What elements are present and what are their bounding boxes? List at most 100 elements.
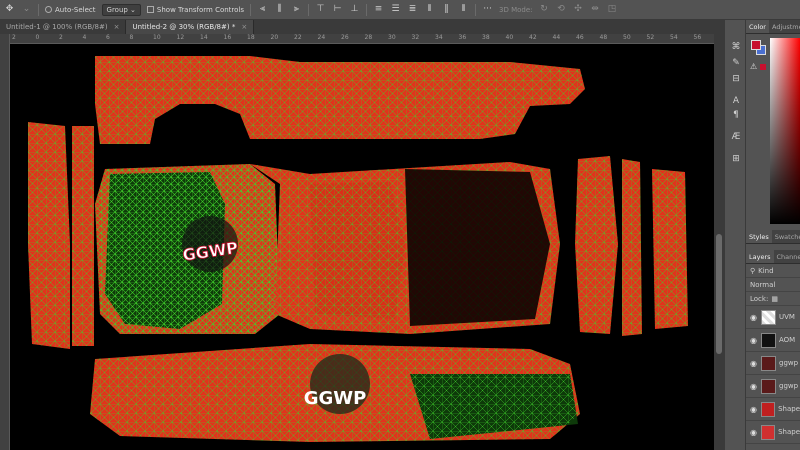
layer-thumbnail [761,309,776,325]
visibility-eye-icon[interactable]: ◉ [750,382,758,391]
layers-panel-tabs: Layers Channels [746,250,800,264]
ruler-tick-label: 10 [153,34,161,41]
visibility-eye-icon[interactable]: ◉ [750,359,758,368]
layer-name: Shape [778,405,800,413]
layer-thumbnail [760,401,776,417]
gamut-warning-icon: ⚠ [750,62,758,71]
layer-row[interactable]: ◉ Shape [746,398,800,421]
layer-name: Shape [778,428,800,436]
align-top-icon[interactable]: ⊤ [315,5,326,14]
layer-name: ggwp [779,359,799,367]
horizontal-ruler[interactable]: 2 0 2 4 6 8 10 12 14 16 18 20 22 24 26 28 30 32 34 36 38 40 42… [10,34,714,44]
ruler-tick-label: 4 [82,34,87,41]
ruler-tick-label: 22 [294,34,302,41]
document-tabs: Untitled-1 @ 100% (RGB/8#) × Untitled-2 @… [0,20,724,34]
search-icon: ⚲ [750,266,756,275]
ruler-tick-label: 48 [599,34,608,41]
layer-row[interactable]: ◉ ggwp [746,352,800,375]
align-bottom-icon[interactable]: ⊥ [349,5,360,14]
visibility-eye-icon[interactable]: ◉ [750,428,758,437]
tab-untitled-2[interactable]: Untitled-2 @ 30% (RGB/8#) * × [126,20,255,34]
styles-panel-tabs: Styles Swatches [746,230,800,244]
blend-mode-select[interactable]: Normal [746,278,800,292]
color-field[interactable] [770,38,800,224]
3d-pan-icon[interactable]: ✣ [573,5,584,14]
ruler-tick-label: 50 [623,34,631,41]
vertical-scrollbar[interactable] [714,34,724,450]
color-panel-tabs: Color Adjustmen [746,20,800,34]
auto-select-checkbox[interactable] [45,6,52,13]
ruler-tick-label: 26 [341,34,349,41]
layer-row[interactable]: ◉ UVM [746,306,800,329]
more-options-icon[interactable]: ··· [482,5,493,14]
3d-slide-icon[interactable]: ⇹ [590,5,601,14]
distribute-right-icon[interactable]: ⫴ [458,5,469,14]
align-middle-icon[interactable]: ⊢ [332,5,343,14]
properties-icon[interactable]: ⊞ [730,154,742,166]
show-transform-checkbox[interactable] [146,6,154,13]
foreground-swatch[interactable] [751,40,761,50]
paragraph-icon[interactable]: ¶ [730,110,742,122]
panel-icon-strip: ⌘ ✎ ⊟ A ¶ Ӕ ⊞ [724,20,746,450]
chevron-down-icon[interactable]: ⌄ [21,5,32,14]
close-icon[interactable]: × [114,23,120,31]
color-panel: ⚠ [746,34,800,230]
3d-scale-icon[interactable]: ◳ [607,5,618,14]
ruler-tick-label: 42 [529,34,537,41]
document-canvas[interactable]: GGWP GGWP [10,44,714,450]
scroll-thumb[interactable] [716,234,722,354]
distribute-bottom-icon[interactable]: ≣ [407,5,418,14]
ruler-tick-label: 20 [270,34,279,41]
tab-adjustments[interactable]: Adjustmen [769,20,800,33]
ruler-tick-label: 30 [388,34,396,41]
ruler-tick-label: 24 [317,34,326,41]
brush-icon[interactable]: ✎ [730,58,742,70]
visibility-eye-icon[interactable]: ◉ [750,313,758,322]
close-icon[interactable]: × [241,23,247,31]
group-select[interactable]: Group ⌄ [101,3,141,16]
lock-row: Lock: ▦ [746,292,800,306]
layer-thumbnail [761,355,776,371]
glyphs-icon[interactable]: Ӕ [730,132,742,144]
3d-mode-label: 3D Mode: [499,5,533,14]
distribute-top-icon[interactable]: ≡ [373,5,384,14]
history-icon[interactable]: ⌘ [730,42,742,54]
distribute-left-icon[interactable]: ⦀ [424,5,435,14]
align-left-icon[interactable]: ⫷ [257,5,268,14]
visibility-eye-icon[interactable]: ◉ [750,405,758,414]
ruler-tick-label: 52 [646,34,655,41]
layer-filter[interactable]: ⚲ Kind [746,264,800,278]
layer-row[interactable]: ◉ Shape [746,421,800,444]
lock-pixels-icon[interactable]: ▦ [771,295,778,303]
layer-thumbnail [761,332,776,348]
move-tool-icon[interactable]: ✥ [4,5,15,14]
show-transform-toggle[interactable]: Show Transform Controls [146,6,244,14]
ruler-tick-label: 38 [482,34,490,41]
tab-color[interactable]: Color [746,20,769,33]
tab-swatches[interactable]: Swatches [772,230,800,243]
tab-layers[interactable]: Layers [746,250,774,263]
tab-channels[interactable]: Channels [774,250,800,263]
3d-roll-icon[interactable]: ⟲ [556,5,567,14]
ruler-tick-label: 0 [35,34,40,41]
distribute-middle-icon[interactable]: ☰ [390,5,401,14]
gamut-swatch[interactable] [760,64,766,70]
ruler-tick-label: 28 [364,34,373,41]
ruler-tick-label: 18 [247,34,255,41]
ruler-tick-label: 46 [576,34,584,41]
adjust-icon[interactable]: ⊟ [730,74,742,86]
distribute-center-icon[interactable]: ‖ [441,5,452,14]
align-center-icon[interactable]: ⫼ [274,5,285,14]
tab-styles[interactable]: Styles [746,230,772,243]
tab-untitled-1[interactable]: Untitled-1 @ 100% (RGB/8#) × [0,20,127,34]
align-right-icon[interactable]: ⫸ [291,5,302,14]
uv-front-parts [575,156,688,336]
auto-select-toggle[interactable]: Auto-Select [45,6,96,14]
character-icon[interactable]: A [730,96,742,108]
layer-row[interactable]: ◉ AOM [746,329,800,352]
visibility-eye-icon[interactable]: ◉ [750,336,758,345]
3d-rotate-icon[interactable]: ↻ [539,5,550,14]
layer-row[interactable]: ◉ ggwp [746,375,800,398]
ruler-tick-label: 16 [223,34,232,41]
vertical-ruler[interactable] [0,34,10,450]
